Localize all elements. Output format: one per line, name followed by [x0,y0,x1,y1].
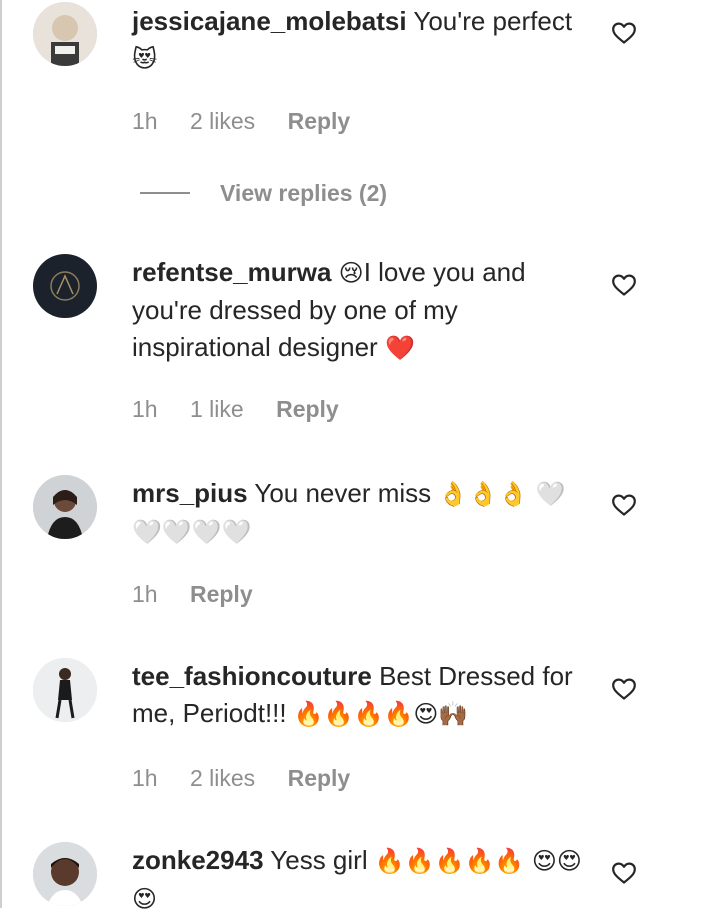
like-heart-icon[interactable] [611,677,637,701]
comment-text: Yess girl [270,845,368,875]
left-edge-divider [0,0,2,908]
view-replies-button[interactable]: View replies (2) [140,178,387,208]
comment-meta: 1h 2 likes Reply [132,765,376,792]
avatar[interactable] [33,475,97,539]
reply-button[interactable]: Reply [190,581,253,607]
comment-emoji: ❤️ [384,334,415,362]
comment-body: zonke2943 Yess girl 🔥🔥🔥🔥🔥 😍😍😍 [132,842,582,918]
comment-meta: 1h 1 like Reply [132,396,365,423]
comment-body: mrs_pius You never miss 👌👌👌 🤍🤍🤍🤍🤍 [132,475,582,551]
reply-button[interactable]: Reply [276,396,339,422]
comment-body: tee_fashioncouture Best Dressed for me, … [132,658,582,733]
comment-likes[interactable]: 1 like [190,396,244,422]
comment-time: 1h [132,581,158,607]
comment-username[interactable]: mrs_pius [132,478,248,508]
comment-username[interactable]: jessicajane_molebatsi [132,6,407,36]
comment-emoji: 🔥🔥🔥🔥😍🙌🏾 [293,700,469,728]
view-replies-dash [140,192,190,194]
comment-text: You're perfect [413,6,573,36]
reply-button[interactable]: Reply [288,108,351,134]
comment-username[interactable]: refentse_murwa [132,257,331,287]
comment-meta: 1h 2 likes Reply [132,108,376,135]
comment-time: 1h [132,108,158,134]
like-heart-icon[interactable] [611,493,637,517]
comment-text: You never miss [254,478,432,508]
avatar[interactable] [33,254,97,318]
comment-username[interactable]: zonke2943 [132,845,264,875]
comment-emoji-crying: 😢 [338,259,364,287]
like-heart-icon[interactable] [611,273,637,297]
avatar[interactable] [33,658,97,722]
like-heart-icon[interactable] [611,861,637,885]
comment-username[interactable]: tee_fashioncouture [132,661,372,691]
reply-button[interactable]: Reply [288,765,351,791]
view-replies-label: View replies (2) [220,179,388,206]
comment-likes[interactable]: 2 likes [190,765,255,791]
comment-emoji: 😻 [132,45,158,73]
comment-likes[interactable]: 2 likes [190,108,255,134]
comment-meta: 1h Reply [132,581,279,608]
avatar[interactable] [33,842,97,906]
avatar[interactable] [33,2,97,66]
comment-time: 1h [132,765,158,791]
comment-body: jessicajane_molebatsi You're perfect 😻 [132,3,582,78]
comment-body: refentse_murwa 😢I love you and you're dr… [132,254,582,367]
comment-time: 1h [132,396,158,422]
like-heart-icon[interactable] [611,21,637,45]
